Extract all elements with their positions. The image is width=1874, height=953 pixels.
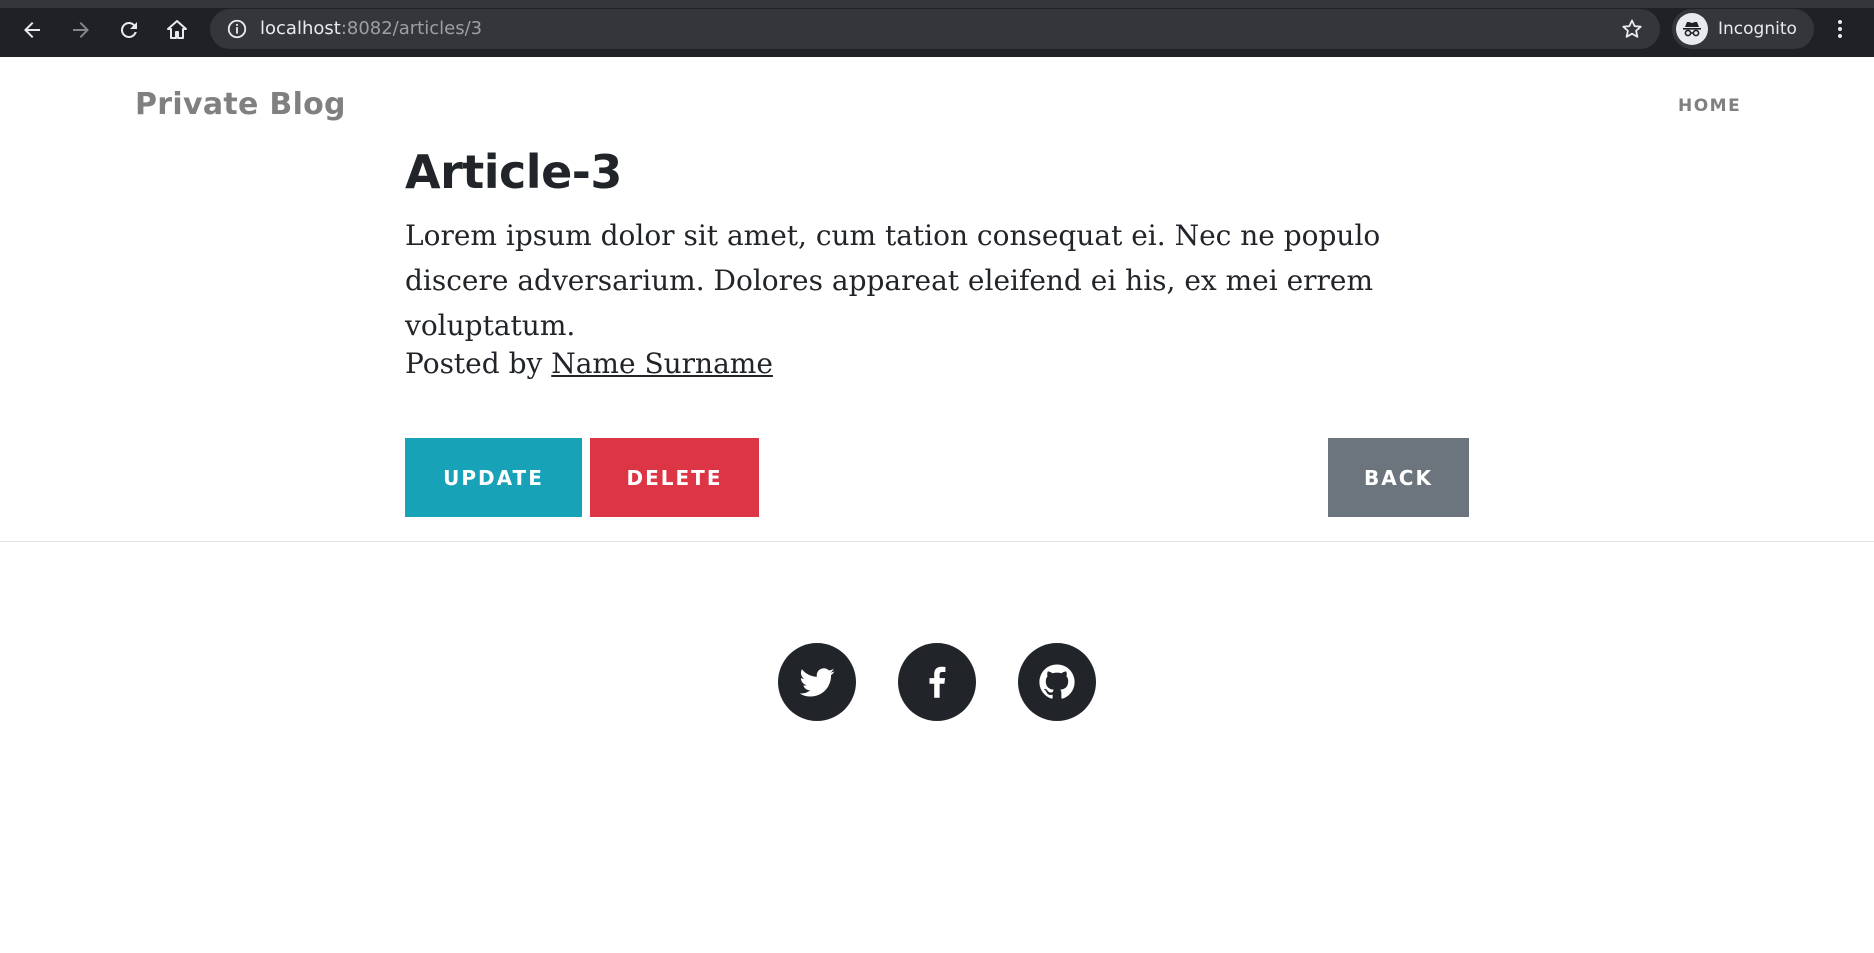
browser-toolbar: localhost:8082/articles/3 Incognito xyxy=(0,0,1874,57)
incognito-icon xyxy=(1676,13,1708,45)
footer-divider xyxy=(0,541,1874,542)
forward-button[interactable] xyxy=(63,14,99,46)
byline-prefix: Posted by xyxy=(405,347,552,380)
site-brand[interactable]: Private Blog xyxy=(135,87,346,122)
facebook-icon xyxy=(929,666,946,698)
reload-button[interactable] xyxy=(111,14,147,46)
browser-menu-button[interactable] xyxy=(1828,14,1852,44)
url-text[interactable]: localhost:8082/articles/3 xyxy=(260,18,482,40)
back-button[interactable] xyxy=(14,14,50,46)
author-link[interactable]: Name Surname xyxy=(551,347,773,380)
back-arrow-icon xyxy=(24,22,40,38)
article-title: Article-3 xyxy=(405,145,622,199)
twitter-icon xyxy=(799,668,835,697)
info-icon[interactable] xyxy=(226,18,248,40)
update-button[interactable]: UPDATE xyxy=(405,438,582,517)
reload-icon xyxy=(120,21,137,38)
article-byline: Posted by Name Surname xyxy=(405,347,773,380)
kebab-menu-icon xyxy=(1838,20,1842,38)
forward-arrow-icon xyxy=(73,22,89,38)
home-icon xyxy=(167,20,187,39)
article-body: Lorem ipsum dolor sit amet, cum tation c… xyxy=(405,219,1381,342)
profile-button[interactable]: Incognito xyxy=(1672,9,1814,49)
url-path: :8082/articles/3 xyxy=(340,18,483,39)
github-link[interactable] xyxy=(1018,643,1096,721)
nav-home-link[interactable]: HOME xyxy=(1678,96,1741,116)
facebook-link[interactable] xyxy=(898,643,976,721)
url-host: localhost xyxy=(260,18,341,39)
profile-label: Incognito xyxy=(1718,19,1797,39)
star-icon[interactable] xyxy=(1620,17,1644,41)
page-content: Private Blog HOME Article-3 Lorem ipsum … xyxy=(0,57,1874,953)
back-link-button[interactable]: BACK xyxy=(1328,438,1469,517)
twitter-link[interactable] xyxy=(778,643,856,721)
github-icon xyxy=(1039,664,1075,699)
delete-button[interactable]: DELETE xyxy=(590,438,759,517)
address-bar[interactable]: localhost:8082/articles/3 xyxy=(210,9,1660,49)
tab-strip xyxy=(0,0,1874,8)
home-button[interactable] xyxy=(159,14,195,46)
